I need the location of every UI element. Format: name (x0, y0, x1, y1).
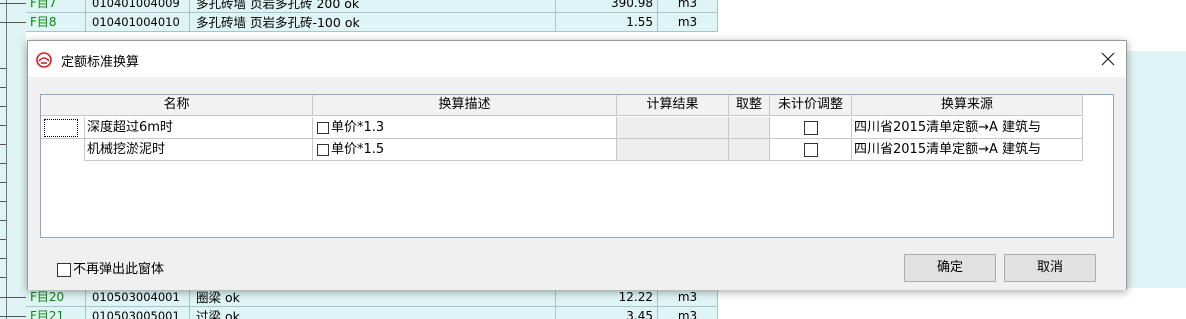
dialog-titlebar[interactable]: 定额标准换算 (28, 41, 1126, 77)
unpriced-checkbox[interactable] (803, 120, 818, 135)
dialog-body: 名称 换算描述 计算结果 取整 未计价调整 换算来源 深度超过6m时 单价*1.… (28, 77, 1126, 290)
row-id: F目21 (26, 307, 86, 319)
close-icon (1101, 52, 1115, 66)
cell-desc[interactable]: 单价*1.5 (313, 139, 617, 161)
sheet-row[interactable]: F目20 010503004001 圈梁 ok 12.22 m3 (0, 288, 1186, 307)
row-code: 010503004001 (86, 288, 190, 307)
desc-checkbox[interactable] (317, 143, 329, 156)
ok-button[interactable]: 确定 (904, 254, 996, 282)
row-id: F目7 (26, 0, 86, 13)
row-desc: 过梁 ok (190, 307, 556, 319)
row-desc: 圈梁 ok (190, 288, 556, 307)
row-qty: 1.55 (556, 13, 658, 32)
cell-round[interactable] (729, 139, 770, 161)
row-qty: 3.45 (556, 307, 658, 319)
conversion-table: 名称 换算描述 计算结果 取整 未计价调整 换算来源 深度超过6m时 单价*1.… (40, 94, 1114, 238)
row-unit: m3 (658, 13, 718, 32)
row-unit: m3 (658, 307, 718, 319)
unpriced-checkbox[interactable] (803, 142, 818, 157)
sheet-row[interactable]: F目21 010503005001 过梁 ok 3.45 m3 (0, 307, 1186, 319)
col-header-unpriced[interactable]: 未计价调整 (770, 95, 852, 116)
cell-result[interactable] (617, 139, 729, 161)
col-header-round[interactable]: 取整 (729, 95, 770, 116)
row-qty: 390.98 (556, 0, 658, 13)
focus-rect (44, 119, 78, 137)
cell-name[interactable]: 机械挖淤泥时 (85, 139, 313, 161)
row-code: 010401004010 (86, 13, 190, 32)
col-header-name[interactable]: 名称 (41, 95, 313, 116)
row-id: F目8 (26, 13, 86, 32)
col-header-result[interactable]: 计算结果 (617, 95, 729, 116)
cell-source[interactable]: 四川省2015清单定额→A 建筑与 (852, 117, 1083, 139)
sheet-row[interactable]: F目7 010401004009 多孔砖墙 页岩多孔砖 200 ok 390.9… (0, 0, 1186, 13)
row-selector[interactable] (41, 117, 85, 139)
no-popup-option[interactable]: 不再弹出此窗体 (57, 258, 164, 277)
row-unit: m3 (658, 0, 718, 13)
row-desc: 多孔砖墙 页岩多孔砖-100 ok (190, 13, 556, 32)
row-code: 010401004009 (86, 0, 190, 13)
app-logo-icon (36, 52, 52, 68)
close-button[interactable] (1098, 49, 1118, 69)
row-id: F目20 (26, 288, 86, 307)
cancel-button[interactable]: 取消 (1004, 254, 1096, 282)
cell-source[interactable]: 四川省2015清单定额→A 建筑与 (852, 139, 1083, 161)
row-code: 010503005001 (86, 307, 190, 319)
cell-round[interactable] (729, 117, 770, 139)
desc-checkbox[interactable] (317, 121, 329, 134)
cell-unpriced[interactable] (770, 117, 852, 139)
row-desc: 多孔砖墙 页岩多孔砖 200 ok (190, 0, 556, 13)
cell-desc[interactable]: 单价*1.3 (313, 117, 617, 139)
row-selector[interactable] (41, 139, 85, 161)
cell-result[interactable] (617, 117, 729, 139)
cell-unpriced[interactable] (770, 139, 852, 161)
col-header-source[interactable]: 换算来源 (852, 95, 1083, 116)
cell-name[interactable]: 深度超过6m时 (85, 117, 313, 139)
row-unit: m3 (658, 288, 718, 307)
sheet-row[interactable]: F目8 010401004010 多孔砖墙 页岩多孔砖-100 ok 1.55 … (0, 13, 1186, 32)
col-header-desc[interactable]: 换算描述 (313, 95, 617, 116)
row-qty: 12.22 (556, 288, 658, 307)
no-popup-checkbox[interactable] (57, 262, 71, 277)
desc-text: 单价*1.3 (331, 120, 385, 135)
desc-text: 单价*1.5 (331, 142, 385, 157)
no-popup-label: 不再弹出此窗体 (73, 262, 165, 277)
dialog-title: 定额标准换算 (61, 55, 140, 70)
quota-conversion-dialog: 定额标准换算 名称 换算描述 计算结果 取整 未计价调整 换算来源 深度超过6m… (27, 40, 1127, 290)
